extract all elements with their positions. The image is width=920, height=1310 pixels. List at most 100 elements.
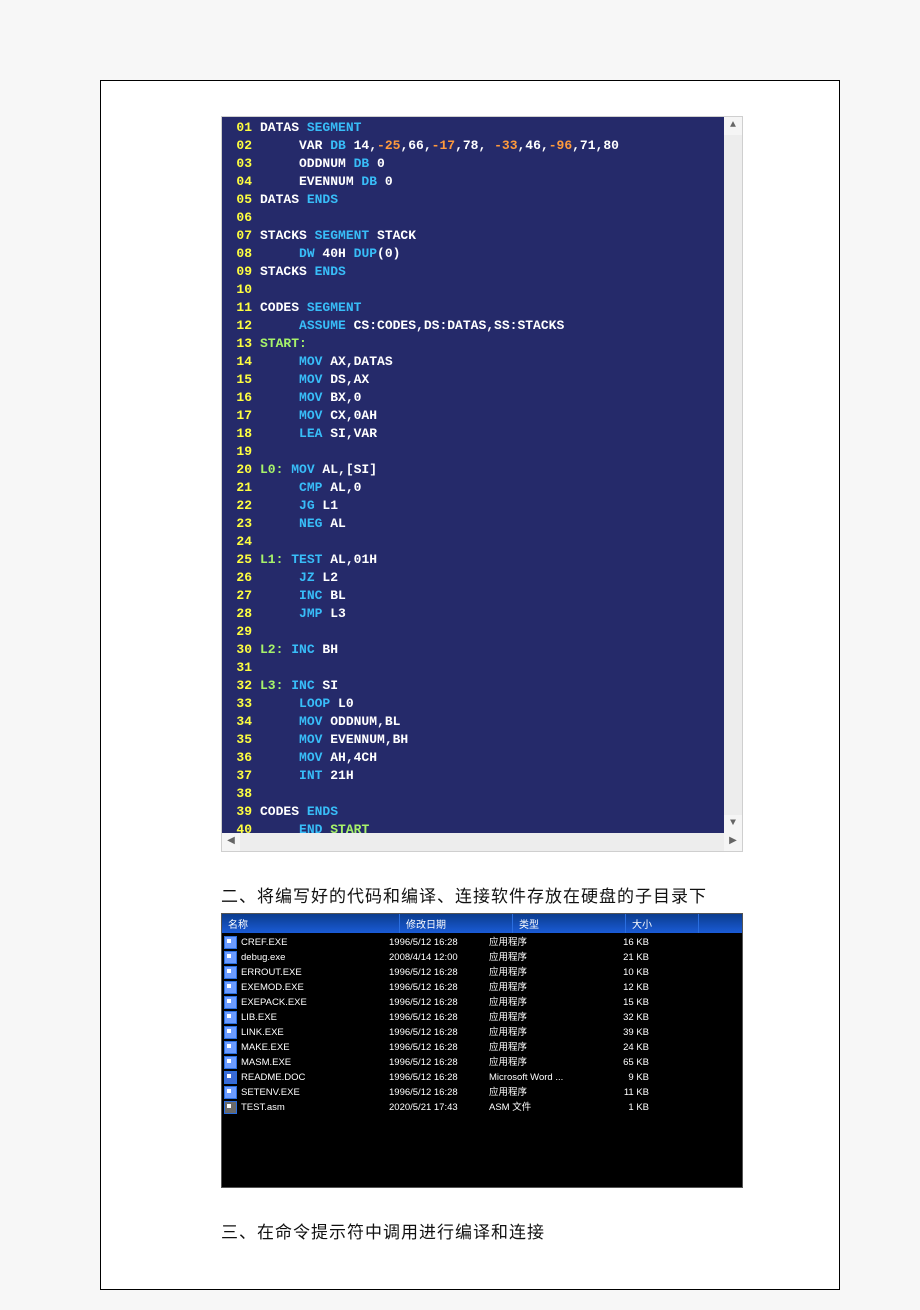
file-row[interactable]: EXEPACK.EXE1996/5/12 16:28应用程序15 KB xyxy=(222,995,742,1010)
code-line[interactable]: 27 INC BL xyxy=(222,587,742,605)
file-size: 12 KB xyxy=(589,980,669,995)
file-row[interactable]: MAKE.EXE1996/5/12 16:28应用程序24 KB xyxy=(222,1040,742,1055)
code-line[interactable]: 33 LOOP L0 xyxy=(222,695,742,713)
file-type: ASM 文件 xyxy=(489,1100,589,1115)
code-line[interactable]: 24 xyxy=(222,533,742,551)
code-line[interactable]: 11CODES SEGMENT xyxy=(222,299,742,317)
code-line[interactable]: 10 xyxy=(222,281,742,299)
line-number: 30 xyxy=(222,641,260,659)
code-text: DATAS ENDS xyxy=(260,191,338,209)
code-line[interactable]: 17 MOV CX,0AH xyxy=(222,407,742,425)
scroll-right-button[interactable]: ▶ xyxy=(724,833,742,851)
file-row[interactable]: SETENV.EXE1996/5/12 16:28应用程序11 KB xyxy=(222,1085,742,1100)
exe-file-icon xyxy=(224,1086,237,1099)
code-line[interactable]: 09STACKS ENDS xyxy=(222,263,742,281)
file-name-cell: TEST.asm xyxy=(224,1100,389,1115)
code-editor[interactable]: 01DATAS SEGMENT02 VAR DB 14,-25,66,-17,7… xyxy=(221,116,743,852)
line-number: 05 xyxy=(222,191,260,209)
file-row[interactable]: LIB.EXE1996/5/12 16:28应用程序32 KB xyxy=(222,1010,742,1025)
code-line[interactable]: 20L0: MOV AL,[SI] xyxy=(222,461,742,479)
file-name: EXEMOD.EXE xyxy=(241,980,304,995)
exe-file-icon xyxy=(224,1026,237,1039)
code-line[interactable]: 21 CMP AL,0 xyxy=(222,479,742,497)
header-name[interactable]: 名称 xyxy=(222,914,400,933)
code-line[interactable]: 36 MOV AH,4CH xyxy=(222,749,742,767)
code-line[interactable]: 31 xyxy=(222,659,742,677)
code-line[interactable]: 03 ODDNUM DB 0 xyxy=(222,155,742,173)
code-line[interactable]: 22 JG L1 xyxy=(222,497,742,515)
code-line[interactable]: 37 INT 21H xyxy=(222,767,742,785)
line-number: 08 xyxy=(222,245,260,263)
code-line[interactable]: 18 LEA SI,VAR xyxy=(222,425,742,443)
file-row[interactable]: LINK.EXE1996/5/12 16:28应用程序39 KB xyxy=(222,1025,742,1040)
code-line[interactable]: 29 xyxy=(222,623,742,641)
file-row[interactable]: CREF.EXE1996/5/12 16:28应用程序16 KB xyxy=(222,935,742,950)
file-name-cell: MASM.EXE xyxy=(224,1055,389,1070)
line-number: 19 xyxy=(222,443,260,461)
file-row[interactable]: ERROUT.EXE1996/5/12 16:28应用程序10 KB xyxy=(222,965,742,980)
line-number: 06 xyxy=(222,209,260,227)
line-number: 32 xyxy=(222,677,260,695)
header-type[interactable]: 类型 xyxy=(513,914,626,933)
file-type: 应用程序 xyxy=(489,965,589,980)
code-line[interactable]: 02 VAR DB 14,-25,66,-17,78, -33,46,-96,7… xyxy=(222,137,742,155)
code-line[interactable]: 35 MOV EVENNUM,BH xyxy=(222,731,742,749)
line-number: 20 xyxy=(222,461,260,479)
file-date: 1996/5/12 16:28 xyxy=(389,1010,489,1025)
file-size: 21 KB xyxy=(589,950,669,965)
line-number: 03 xyxy=(222,155,260,173)
code-line[interactable]: 16 MOV BX,0 xyxy=(222,389,742,407)
code-line[interactable]: 01DATAS SEGMENT xyxy=(222,119,742,137)
line-number: 31 xyxy=(222,659,260,677)
code-line[interactable]: 14 MOV AX,DATAS xyxy=(222,353,742,371)
code-line[interactable]: 32L3: INC SI xyxy=(222,677,742,695)
file-date: 1996/5/12 16:28 xyxy=(389,980,489,995)
vertical-scrollbar[interactable]: ▲ ▼ xyxy=(724,117,742,833)
code-line[interactable]: 26 JZ L2 xyxy=(222,569,742,587)
header-size[interactable]: 大小 xyxy=(626,914,699,933)
scroll-left-button[interactable]: ◀ xyxy=(222,833,240,851)
code-line[interactable]: 38 xyxy=(222,785,742,803)
code-text: LEA SI,VAR xyxy=(260,425,377,443)
file-date: 2008/4/14 12:00 xyxy=(389,950,489,965)
line-number: 27 xyxy=(222,587,260,605)
scroll-up-button[interactable]: ▲ xyxy=(724,117,742,135)
file-row[interactable]: EXEMOD.EXE1996/5/12 16:28应用程序12 KB xyxy=(222,980,742,995)
header-date[interactable]: 修改日期 xyxy=(400,914,513,933)
code-line[interactable]: 13START: xyxy=(222,335,742,353)
code-line[interactable]: 19 xyxy=(222,443,742,461)
code-text: EVENNUM DB 0 xyxy=(260,173,393,191)
scroll-down-button[interactable]: ▼ xyxy=(724,815,742,833)
exe-file-icon xyxy=(224,1011,237,1024)
code-line[interactable]: 34 MOV ODDNUM,BL xyxy=(222,713,742,731)
code-line[interactable]: 05DATAS ENDS xyxy=(222,191,742,209)
code-text: DATAS SEGMENT xyxy=(260,119,361,137)
code-text: INT 21H xyxy=(260,767,354,785)
code-line[interactable]: 08 DW 40H DUP(0) xyxy=(222,245,742,263)
file-row[interactable]: TEST.asm2020/5/21 17:43ASM 文件1 KB xyxy=(222,1100,742,1115)
code-line[interactable]: 12 ASSUME CS:CODES,DS:DATAS,SS:STACKS xyxy=(222,317,742,335)
code-text: MOV DS,AX xyxy=(260,371,369,389)
code-line[interactable]: 39CODES ENDS xyxy=(222,803,742,821)
file-row[interactable]: debug.exe2008/4/14 12:00应用程序21 KB xyxy=(222,950,742,965)
horizontal-scrollbar[interactable]: ◀ ▶ xyxy=(222,833,742,851)
file-type: 应用程序 xyxy=(489,1010,589,1025)
code-line[interactable]: 28 JMP L3 xyxy=(222,605,742,623)
code-line[interactable]: 30L2: INC BH xyxy=(222,641,742,659)
code-line[interactable]: 06 xyxy=(222,209,742,227)
line-number: 11 xyxy=(222,299,260,317)
file-row[interactable]: MASM.EXE1996/5/12 16:28应用程序65 KB xyxy=(222,1055,742,1070)
code-line[interactable]: 15 MOV DS,AX xyxy=(222,371,742,389)
exe-file-icon xyxy=(224,1056,237,1069)
code-text: L0: MOV AL,[SI] xyxy=(260,461,377,479)
section-heading-2: 二、将编写好的代码和编译、连接软件存放在硬盘的子目录下 xyxy=(221,882,804,907)
code-line[interactable]: 23 NEG AL xyxy=(222,515,742,533)
exe-file-icon xyxy=(224,951,237,964)
file-date: 1996/5/12 16:28 xyxy=(389,935,489,950)
file-row[interactable]: README.DOC1996/5/12 16:28Microsoft Word … xyxy=(222,1070,742,1085)
line-number: 01 xyxy=(222,119,260,137)
code-line[interactable]: 07STACKS SEGMENT STACK xyxy=(222,227,742,245)
code-line[interactable]: 25L1: TEST AL,01H xyxy=(222,551,742,569)
file-list-header[interactable]: 名称 修改日期 类型 大小 xyxy=(222,914,742,933)
code-line[interactable]: 04 EVENNUM DB 0 xyxy=(222,173,742,191)
